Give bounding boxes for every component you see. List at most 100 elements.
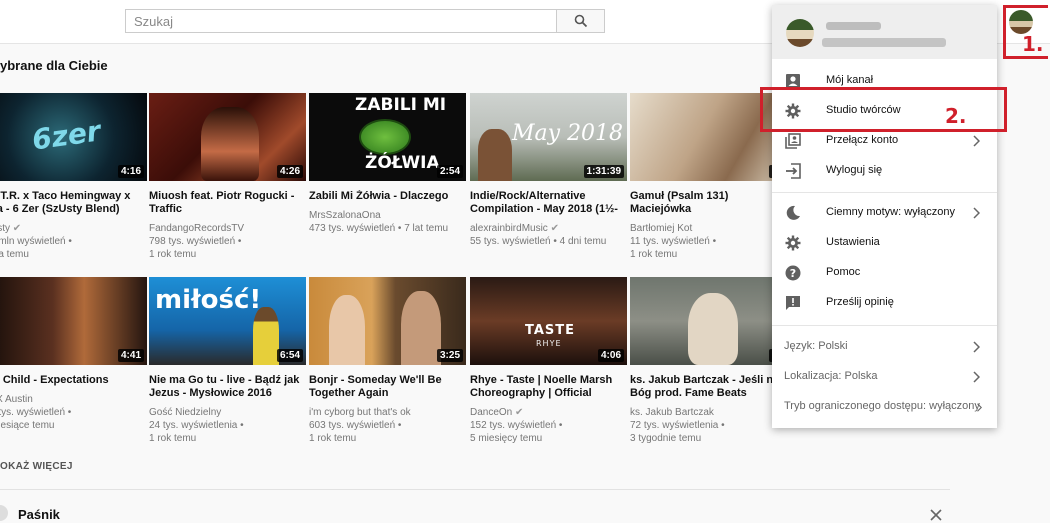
- video-stats: 798 tys. wyświetleń •: [149, 236, 242, 247]
- video-title[interactable]: Rhye - Taste | Noelle Marsh Choreography…: [470, 374, 627, 400]
- video-thumbnail[interactable]: 6zer 4:16: [0, 93, 147, 181]
- annotation-step-1: 1.: [1022, 32, 1044, 56]
- video-channel[interactable]: ks. Jakub Bartczak: [630, 406, 787, 419]
- menu-item-label: Pomoc: [826, 266, 861, 278]
- video-channel[interactable]: TX Austin: [0, 393, 147, 406]
- video-stats: 72 tys. wyświetlenia •: [630, 420, 725, 431]
- video-channel[interactable]: Usty ✔: [0, 222, 147, 235]
- verified-icon: ✔: [550, 223, 559, 234]
- moon-icon: [786, 205, 800, 220]
- menu-item-send-feedback[interactable]: Prześlij opinię: [772, 288, 997, 318]
- video-card[interactable]: 3:25 Bonjr - Someday We'll Be Together A…: [309, 277, 466, 445]
- chevron-right-icon: [973, 341, 980, 353]
- video-age: 1 rok temu: [149, 249, 197, 260]
- menu-item-restricted-mode[interactable]: Tryb ograniczonego dostępu: wyłączony: [772, 392, 997, 422]
- menu-item-label: Lokalizacja: Polska: [784, 370, 878, 382]
- video-thumbnail[interactable]: 3:25: [309, 277, 466, 365]
- menu-item-help[interactable]: ? Pomoc: [772, 258, 997, 288]
- menu-item-dark-theme[interactable]: Ciemny motyw: wyłączony: [772, 198, 997, 228]
- video-channel[interactable]: Gość Niedzielny: [149, 406, 306, 419]
- video-age: 1 rok temu: [630, 249, 678, 260]
- video-title[interactable]: Indie/Rock/Alternative Compilation - May…: [470, 190, 627, 216]
- chevron-right-icon: [973, 135, 980, 147]
- menu-divider: [772, 192, 997, 193]
- video-duration: 6:54: [276, 349, 303, 362]
- search-button[interactable]: [556, 9, 605, 33]
- thumbnail-text: TASTE: [525, 323, 576, 338]
- video-card[interactable]: 6zer 4:16 S.T.R. x Taco Hemingway x na -…: [0, 93, 147, 261]
- avatar: [786, 19, 814, 47]
- video-card[interactable]: miłość! 6:54 Nie ma Go tu - live - Bądź …: [149, 277, 306, 445]
- video-thumbnail[interactable]: 3:: [630, 277, 787, 365]
- video-title[interactable]: Miuosh feat. Piotr Rogucki - Traffic: [149, 190, 306, 216]
- video-channel[interactable]: i'm cyborg but that's ok: [309, 406, 466, 419]
- video-thumbnail[interactable]: May 2018 1:31:39: [470, 93, 627, 181]
- video-title[interactable]: ks. Jakub Bartczak - Jeśli nie Bóg prod.…: [630, 374, 787, 400]
- video-age: 1 rok temu: [309, 433, 357, 444]
- video-card[interactable]: TASTE RHYE 4:06 Rhye - Taste | Noelle Ma…: [470, 277, 627, 445]
- video-stats: 11 tys. wyświetleń •: [630, 236, 717, 247]
- turtle-shell: [359, 119, 411, 155]
- menu-item-label: Wyloguj się: [826, 164, 883, 176]
- svg-text:?: ?: [790, 267, 796, 280]
- channel-avatar[interactable]: [0, 505, 8, 521]
- thumbnail-text: ZABILI MI: [355, 95, 447, 115]
- account-menu: Mój kanał Studio twórców Przełącz konto …: [772, 5, 997, 428]
- video-thumbnail[interactable]: TASTE RHYE 4:06: [470, 277, 627, 365]
- redacted-email: [822, 38, 946, 47]
- video-duration: 1:31:39: [583, 165, 624, 178]
- video-card[interactable]: May 2018 1:31:39 Indie/Rock/Alternative …: [470, 93, 627, 248]
- video-age: ata temu: [0, 249, 29, 260]
- video-channel[interactable]: alexrainbirdMusic ✔: [470, 222, 627, 235]
- video-age: 3 tygodnie temu: [630, 433, 702, 444]
- section-title: ybrane dla Ciebie: [0, 58, 108, 73]
- menu-item-language[interactable]: Język: Polski: [772, 332, 997, 362]
- video-thumbnail[interactable]: miłość! 6:54: [149, 277, 306, 365]
- redacted-name: [826, 22, 881, 30]
- video-channel[interactable]: Bartłomiej Kot: [630, 222, 787, 235]
- menu-item-label: Prześlij opinię: [826, 296, 894, 308]
- chevron-right-icon: [973, 207, 980, 219]
- channel-name[interactable]: Usty: [0, 223, 10, 234]
- highlight-box-creator-studio: [760, 87, 1007, 132]
- video-channel[interactable]: MrsSzalonaOna: [309, 209, 466, 222]
- video-age: 5 miesięcy temu: [470, 433, 543, 444]
- video-thumbnail[interactable]: 4:26: [149, 93, 306, 181]
- thumbnail-text: RHYE: [536, 339, 562, 348]
- thumbnail-text: May 2018: [512, 121, 624, 146]
- menu-item-label: Język: Polski: [784, 340, 848, 352]
- menu-item-label: Tryb ograniczonego dostępu: wyłączony: [784, 400, 980, 412]
- shelf-title[interactable]: Paśnik: [18, 507, 60, 522]
- close-icon[interactable]: [929, 508, 943, 522]
- video-thumbnail[interactable]: ZABILI MI ŻÓŁWIA 2:54: [309, 93, 466, 181]
- video-title[interactable]: S.T.R. x Taco Hemingway x na - 6 Zer (Sz…: [0, 190, 147, 216]
- video-thumbnail[interactable]: 4:41: [0, 277, 147, 365]
- video-channel[interactable]: FandangoRecordsTV: [149, 222, 306, 235]
- video-title[interactable]: Gamuł (Psalm 131) Maciejówka: [630, 190, 787, 216]
- channel-name[interactable]: DanceOn: [470, 407, 512, 418]
- video-card[interactable]: 3: ks. Jakub Bartczak - Jeśli nie Bóg pr…: [630, 277, 787, 445]
- menu-item-label: Ustawienia: [826, 236, 880, 248]
- menu-item-sign-out[interactable]: Wyloguj się: [772, 156, 997, 186]
- video-title[interactable]: Bonjr - Someday We'll Be Together Again: [309, 374, 466, 400]
- thumbnail-text: ŻÓŁWIA: [365, 153, 440, 173]
- show-more-button[interactable]: OKAŻ WIĘCEJ: [0, 461, 73, 472]
- video-title[interactable]: Nie ma Go tu - live - Bądź jak Jezus - M…: [149, 374, 306, 400]
- search-input[interactable]: [125, 9, 557, 33]
- video-card[interactable]: 4:26 Miuosh feat. Piotr Rogucki - Traffi…: [149, 93, 306, 261]
- menu-item-settings[interactable]: Ustawienia: [772, 228, 997, 258]
- thumbnail-figure: [688, 293, 738, 365]
- channel-name[interactable]: alexrainbirdMusic: [470, 223, 548, 234]
- video-card[interactable]: 4:41 ld Child - Expectations TX Austin 2…: [0, 277, 147, 432]
- video-channel[interactable]: DanceOn ✔: [470, 406, 627, 419]
- chevron-right-icon: [977, 403, 982, 412]
- thumbnail-figure: [201, 107, 259, 181]
- video-duration: 4:06: [597, 349, 624, 362]
- video-card[interactable]: ZABILI MI ŻÓŁWIA 2:54 Zabili Mi Żółwia -…: [309, 93, 466, 235]
- thumbnail-figure: [401, 291, 441, 365]
- help-icon: ?: [785, 265, 801, 281]
- menu-item-location[interactable]: Lokalizacja: Polska: [772, 362, 997, 392]
- menu-item-label: Przełącz konto: [826, 134, 899, 146]
- video-stats: 603 tys. wyświetleń •: [309, 420, 402, 431]
- video-duration: 4:16: [117, 165, 144, 178]
